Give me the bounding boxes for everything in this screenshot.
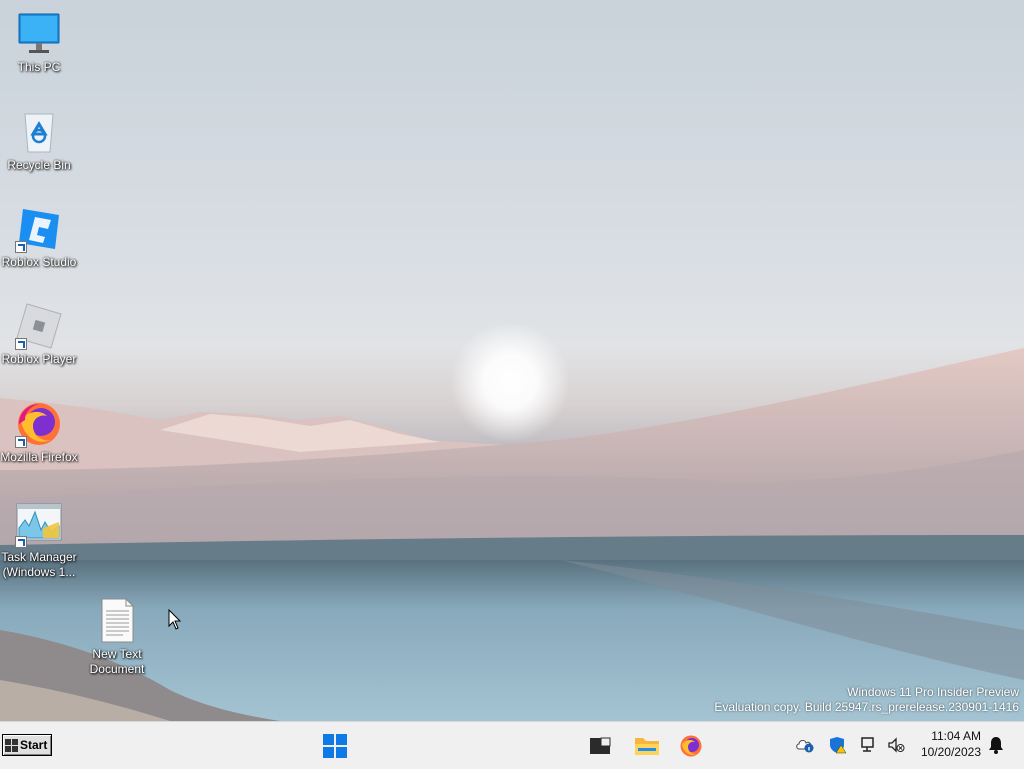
desktop-icon-new-text-document[interactable]: New Text Document — [77, 597, 157, 677]
desktop-icon-label: Recycle Bin — [7, 158, 71, 172]
shield-warning-icon — [830, 737, 847, 754]
shortcut-arrow-icon — [15, 338, 27, 350]
taskbar: Start 11:04 AM 10/20/2023 — [0, 721, 1024, 769]
tray-network[interactable] — [859, 735, 879, 755]
firefox-icon — [680, 735, 702, 757]
start-flag-icon — [5, 738, 18, 752]
taskbar-app-file-explorer[interactable] — [632, 731, 662, 761]
tray-notifications[interactable] — [986, 735, 1006, 755]
desktop-icon-label: Task Manager (Windows 1... — [1, 550, 77, 579]
firefox-icon — [15, 400, 63, 448]
evaluation-watermark: Windows 11 Pro Insider Preview Evaluatio… — [714, 685, 1019, 715]
desktop[interactable]: This PC Recycle Bin Roblox Studio Roblox… — [0, 0, 1024, 721]
watermark-build: Evaluation copy. Build 25947.rs_prerelea… — [714, 700, 1019, 714]
clock-time: 11:04 AM — [931, 729, 981, 743]
desktop-icon-roblox-player[interactable]: Roblox Player — [0, 302, 79, 367]
roblox-player-icon — [15, 302, 63, 350]
recycle-bin-icon — [15, 108, 63, 156]
start-button-label: Start — [20, 738, 48, 752]
desktop-icon-label: Roblox Player — [1, 352, 77, 366]
taskbar-clock[interactable]: 11:04 AM 10/20/2023 — [921, 728, 981, 760]
cloud-info-icon — [796, 740, 814, 753]
desktop-icon-task-manager[interactable]: Task Manager (Windows 1... — [0, 500, 79, 580]
mouse-pointer-icon — [168, 609, 182, 630]
text-document-icon — [93, 597, 141, 645]
desktop-icon-label: Mozilla Firefox — [0, 450, 78, 464]
shortcut-arrow-icon — [15, 241, 27, 253]
tray-onedrive[interactable] — [795, 735, 815, 755]
speaker-muted-icon — [888, 737, 905, 753]
monitor-icon — [15, 10, 63, 58]
clock-date: 10/20/2023 — [920, 745, 981, 759]
tray-security[interactable] — [828, 735, 848, 755]
taskbar-app-firefox[interactable] — [676, 731, 706, 761]
tray-volume[interactable] — [886, 735, 906, 755]
shortcut-arrow-icon — [15, 436, 27, 448]
desktop-icon-this-pc[interactable]: This PC — [0, 10, 79, 75]
windows-logo-icon — [323, 734, 347, 758]
desktop-icon-roblox-studio[interactable]: Roblox Studio — [0, 205, 79, 270]
desktop-icon-recycle-bin[interactable]: Recycle Bin — [0, 108, 79, 173]
windows-logo-button[interactable] — [320, 731, 350, 761]
desktop-icon-label: This PC — [17, 60, 61, 74]
bell-icon — [989, 737, 1003, 754]
start-button[interactable]: Start — [2, 734, 52, 756]
desktop-icon-label: Roblox Studio — [1, 255, 77, 269]
folder-icon — [635, 738, 659, 755]
shortcut-arrow-icon — [15, 536, 27, 548]
desktop-icon-mozilla-firefox[interactable]: Mozilla Firefox — [0, 400, 79, 465]
terminal-window-icon — [590, 737, 611, 754]
taskbar-app-terminal[interactable] — [585, 731, 615, 761]
roblox-studio-icon — [15, 205, 63, 253]
watermark-edition: Windows 11 Pro Insider Preview — [847, 685, 1019, 699]
task-manager-icon — [15, 500, 63, 548]
desktop-icon-label: New Text Document — [89, 647, 145, 676]
network-disconnected-icon — [861, 737, 874, 752]
